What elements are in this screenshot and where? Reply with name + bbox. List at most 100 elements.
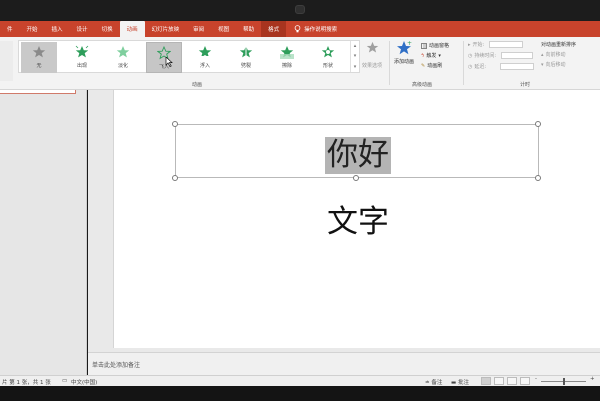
- triangle-up-icon: ▴: [541, 51, 544, 58]
- effect-shape[interactable]: 形状: [310, 42, 346, 73]
- add-animation-label: 添加动画: [394, 59, 415, 65]
- split-star-icon: [239, 45, 253, 59]
- tell-me-search[interactable]: 操作说明搜索: [286, 21, 337, 37]
- effect-label: 劈裂: [240, 63, 251, 69]
- tab-slideshow[interactable]: 幻灯片放映: [145, 21, 187, 37]
- tab-file[interactable]: 件: [0, 21, 20, 37]
- duration-label: 持续时间:: [474, 53, 497, 59]
- duration-stepper[interactable]: [501, 52, 534, 59]
- effect-options-label: 效果选项: [362, 63, 383, 69]
- group-label-timing: 计时: [520, 82, 531, 88]
- move-later-button[interactable]: ▾ 向后移动: [541, 61, 566, 69]
- chevron-down-icon[interactable]: ▾: [354, 53, 357, 59]
- mouse-cursor-icon: [165, 57, 173, 67]
- start-dropdown[interactable]: [489, 41, 524, 48]
- status-bar: 片 第 1 张，共 1 张 ▭ 中文(中国) ≐ 备注 ▬ 批注 - +: [0, 375, 600, 386]
- effect-options-button[interactable]: 效果选项: [362, 41, 382, 69]
- tell-me-label: 操作说明搜索: [304, 27, 338, 33]
- tab-review[interactable]: 审阅: [186, 21, 211, 37]
- comments-toggle[interactable]: ▬ 批注: [451, 378, 469, 386]
- start-label: 开始:: [472, 42, 485, 48]
- chevron-up-icon[interactable]: ▴: [354, 43, 357, 49]
- clock-icon: ◷: [468, 52, 473, 59]
- move-later-label: 向后移动: [545, 62, 566, 68]
- animation-painter-button[interactable]: ✎ 动画刷: [421, 62, 443, 70]
- add-animation-button[interactable]: + 添加动画: [394, 40, 414, 65]
- tab-animations[interactable]: 动画: [119, 21, 145, 37]
- effect-fly-in[interactable]: 飞入: [146, 42, 182, 73]
- resize-handle[interactable]: [353, 175, 359, 181]
- trigger-button[interactable]: ϟ 触发 ▾: [421, 52, 441, 60]
- notes-toggle[interactable]: ≐ 备注: [425, 378, 442, 386]
- animation-gallery: 无 出现 淡化 飞入 浮入 劈裂 擦除 形状 ▴ ▾ ▾: [18, 40, 360, 73]
- lightning-icon: ϟ: [421, 52, 425, 59]
- painter-label: 动画刷: [427, 63, 443, 69]
- slide-thumbnail[interactable]: [0, 90, 76, 94]
- gallery-scroll[interactable]: ▴ ▾ ▾: [350, 41, 359, 72]
- slide-sorter-button[interactable]: [494, 377, 504, 385]
- effect-label: 形状: [322, 63, 333, 69]
- star-icon: [32, 46, 46, 58]
- move-earlier-label: 向前移动: [545, 52, 566, 58]
- tab-transitions[interactable]: 切换: [95, 21, 120, 37]
- notes-pane[interactable]: 单击此处添加备注: [88, 352, 600, 375]
- effect-appear[interactable]: 出现: [64, 42, 100, 73]
- ribbon-panel: 无 出现 淡化 飞入 浮入 劈裂 擦除 形状 ▴ ▾ ▾ 效果选项 动画 + 添…: [0, 37, 600, 90]
- spellcheck-icon[interactable]: ▭: [62, 378, 67, 384]
- effect-split[interactable]: 劈裂: [228, 42, 264, 73]
- painter-brush-icon: ✎: [421, 62, 426, 69]
- group-separator: [463, 41, 464, 85]
- triangle-down-icon: ▾: [541, 61, 544, 68]
- zoom-in-icon[interactable]: +: [590, 376, 595, 382]
- tab-design[interactable]: 设计: [70, 21, 95, 37]
- tab-insert[interactable]: 插入: [45, 21, 70, 37]
- animation-pane-button[interactable]: 动画窗格: [421, 42, 449, 49]
- group-label-advanced: 高级动画: [412, 82, 433, 88]
- effect-label: 淡化: [117, 63, 128, 69]
- trigger-label: 触发: [426, 53, 437, 59]
- delay-field-row: ◷ 延迟:: [468, 63, 535, 70]
- start-icon: ▸: [468, 41, 471, 48]
- tab-view[interactable]: 视图: [211, 21, 236, 37]
- chevron-down-icon: ▾: [438, 52, 441, 59]
- notes-placeholder: 单击此处添加备注: [92, 362, 141, 369]
- effect-label: 擦除: [281, 63, 292, 69]
- effect-fade[interactable]: 淡化: [105, 42, 141, 73]
- ribbon-tab-bar: 件 开始 插入 设计 切换 动画 幻灯片放映 审阅 视图 帮助 格式 操作说明搜…: [0, 21, 600, 37]
- effect-options-star-icon: [366, 41, 378, 53]
- tab-help[interactable]: 帮助: [236, 21, 261, 37]
- slide-text[interactable]: 文字: [327, 203, 389, 241]
- wipe-star-icon: [280, 46, 294, 59]
- animation-pane-icon: [421, 42, 427, 49]
- slide-count-text: 片 第 1 张，共 1 张: [2, 380, 51, 386]
- group-separator: [389, 41, 390, 85]
- zoom-out-icon[interactable]: -: [535, 376, 537, 382]
- resize-handle[interactable]: [535, 175, 541, 181]
- reorder-title: 对动画重新排序: [541, 42, 577, 48]
- lightbulb-icon: [294, 25, 301, 33]
- add-animation-icon: +: [397, 40, 412, 55]
- language-text[interactable]: 中文(中国): [71, 378, 97, 386]
- normal-view-button[interactable]: [481, 377, 491, 385]
- resize-handle[interactable]: [172, 175, 178, 181]
- slideshow-button[interactable]: [520, 377, 530, 385]
- tab-format[interactable]: 格式: [261, 21, 287, 37]
- effect-float-in[interactable]: 浮入: [187, 42, 223, 73]
- delay-stepper[interactable]: [500, 63, 535, 70]
- move-earlier-button[interactable]: ▴ 向前移动: [541, 51, 566, 59]
- duration-field-row: ◷ 持续时间:: [468, 52, 534, 59]
- effect-none[interactable]: 无: [21, 42, 57, 73]
- zoom-slider-thumb[interactable]: [563, 378, 565, 385]
- effect-label: 无: [36, 63, 42, 69]
- reading-view-button[interactable]: [507, 377, 517, 385]
- resize-handle[interactable]: [172, 121, 178, 127]
- tab-home[interactable]: 开始: [20, 21, 45, 37]
- slide-text-selected[interactable]: 你好: [325, 137, 391, 174]
- delay-label: 延迟:: [474, 64, 487, 70]
- effect-label: 浮入: [199, 63, 210, 69]
- group-label-animation: 动画: [192, 82, 203, 88]
- resize-handle[interactable]: [535, 121, 541, 127]
- appear-star-icon: [75, 45, 89, 58]
- more-icon[interactable]: ▾: [354, 64, 357, 70]
- effect-wipe[interactable]: 擦除: [269, 42, 305, 73]
